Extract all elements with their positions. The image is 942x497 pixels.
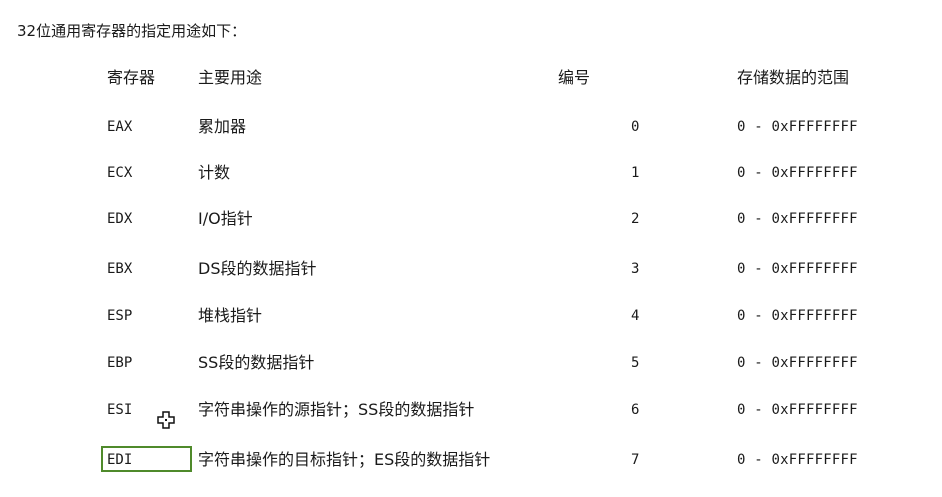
table-row: ESP 堆栈指针 4 0 - 0xFFFFFFFF xyxy=(0,304,942,328)
purpose-cell[interactable]: I/O指针 xyxy=(198,207,253,231)
register-cell[interactable]: ESP xyxy=(107,304,132,328)
range-cell[interactable]: 0 - 0xFFFFFFFF xyxy=(737,398,858,422)
table-row: EBX DS段的数据指针 3 0 - 0xFFFFFFFF xyxy=(0,257,942,281)
purpose-cell[interactable]: 计数 xyxy=(198,161,230,185)
register-cell[interactable]: ESI xyxy=(107,398,132,422)
number-cell[interactable]: 1 xyxy=(631,161,639,185)
register-cell[interactable]: EBX xyxy=(107,257,132,281)
register-cell[interactable]: EDX xyxy=(107,207,132,231)
number-cell[interactable]: 5 xyxy=(631,351,639,375)
purpose-cell[interactable]: DS段的数据指针 xyxy=(198,257,316,281)
range-cell[interactable]: 0 - 0xFFFFFFFF xyxy=(737,207,858,231)
purpose-cell[interactable]: 字符串操作的源指针；SS段的数据指针 xyxy=(198,398,474,422)
range-cell[interactable]: 0 - 0xFFFFFFFF xyxy=(737,161,858,185)
register-cell[interactable]: ECX xyxy=(107,161,132,185)
number-cell[interactable]: 2 xyxy=(631,207,639,231)
range-cell[interactable]: 0 - 0xFFFFFFFF xyxy=(737,351,858,375)
table-header-row: 寄存器 主要用途 编号 存储数据的范围 xyxy=(0,66,942,90)
header-purpose: 主要用途 xyxy=(198,68,263,87)
range-cell[interactable]: 0 - 0xFFFFFFFF xyxy=(737,115,858,139)
number-cell[interactable]: 4 xyxy=(631,304,639,328)
purpose-cell[interactable]: 字符串操作的目标指针；ES段的数据指针 xyxy=(198,448,490,472)
header-range: 存储数据的范围 xyxy=(737,68,850,87)
header-number: 编号 xyxy=(558,68,591,87)
purpose-cell[interactable]: 堆栈指针 xyxy=(198,304,262,328)
table-row: EDX I/O指针 2 0 - 0xFFFFFFFF xyxy=(0,207,942,231)
purpose-cell[interactable]: SS段的数据指针 xyxy=(198,351,314,375)
range-cell[interactable]: 0 - 0xFFFFFFFF xyxy=(737,304,858,328)
register-cell[interactable]: EBP xyxy=(107,351,132,375)
number-cell[interactable]: 7 xyxy=(631,448,639,472)
table-row-selected: EDI 字符串操作的目标指针；ES段的数据指针 7 0 - 0xFFFFFFFF xyxy=(0,446,942,472)
number-cell[interactable]: 0 xyxy=(631,115,639,139)
table-row: ECX 计数 1 0 - 0xFFFFFFFF xyxy=(0,161,942,185)
range-cell[interactable]: 0 - 0xFFFFFFFF xyxy=(737,448,858,472)
number-cell[interactable]: 3 xyxy=(631,257,639,281)
register-cell[interactable]: EAX xyxy=(107,115,132,139)
number-cell[interactable]: 6 xyxy=(631,398,639,422)
move-cross-cursor-icon xyxy=(157,411,175,429)
register-cell[interactable]: EDI xyxy=(107,448,132,472)
table-row: EBP SS段的数据指针 5 0 - 0xFFFFFFFF xyxy=(0,351,942,375)
purpose-cell[interactable]: 累加器 xyxy=(198,115,246,139)
table-row: EAX 累加器 0 0 - 0xFFFFFFFF xyxy=(0,115,942,139)
range-cell[interactable]: 0 - 0xFFFFFFFF xyxy=(737,257,858,281)
header-register: 寄存器 xyxy=(107,68,156,87)
table-row: ESI 字符串操作的源指针；SS段的数据指针 6 0 - 0xFFFFFFFF xyxy=(0,398,942,422)
register-table: 寄存器 主要用途 编号 存储数据的范围 EAX 累加器 0 0 - 0xFFFF… xyxy=(0,0,942,497)
